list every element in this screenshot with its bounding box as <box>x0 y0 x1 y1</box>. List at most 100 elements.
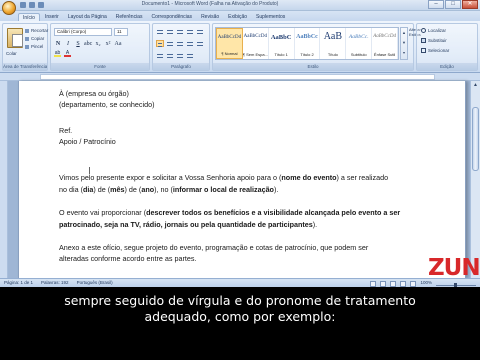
style-tile-normal[interactable]: AaBbCcDd ¶ Normal <box>216 28 243 59</box>
tab-suplementos[interactable]: Suplementos <box>252 13 289 21</box>
word-count[interactable]: Palavras: 192 <box>41 279 69 287</box>
office-button[interactable] <box>2 1 16 15</box>
style-tile-subtitulo[interactable]: AaBbCc. Subtítulo <box>346 28 373 59</box>
font-color-row: ab A <box>54 51 71 57</box>
status-left: Página: 1 de 1 Palavras: 192 Português (… <box>4 279 113 287</box>
paste-icon[interactable] <box>7 28 23 48</box>
cut-button[interactable]: Recortar <box>25 28 48 33</box>
language-indicator[interactable]: Português (Brasil) <box>77 279 113 287</box>
change-styles-button[interactable]: Alterar Estilos <box>409 27 421 37</box>
full-screen-icon[interactable] <box>380 280 387 287</box>
draft-icon[interactable] <box>410 280 417 287</box>
replace-icon <box>421 38 426 43</box>
shading-icon[interactable] <box>156 52 164 59</box>
title-bar: Documento1 - Microsoft Word (Falha na At… <box>0 0 480 11</box>
subtitle-line-1: sempre seguido de vírgula e do pronome d… <box>64 293 416 308</box>
style-tile-enfase-sutil[interactable]: AaBbCcDd Ênfase Sutil <box>372 28 399 59</box>
select-icon <box>421 48 426 53</box>
line-spacing-icon[interactable] <box>196 40 204 47</box>
find-label: Localizar <box>428 28 447 33</box>
ribbon: Colar Recortar Copiar Pincel Área de Tra… <box>0 21 480 73</box>
text-run: Vimos pelo presente expor e solicitar a … <box>59 173 282 182</box>
tab-exibicao[interactable]: Exibição <box>224 13 251 21</box>
style-tile-titulo-2[interactable]: AaBbCc Título 2 <box>295 28 321 59</box>
style-sample: AaBbCcDd <box>243 34 267 39</box>
align-center-icon[interactable] <box>166 40 174 47</box>
zoom-level[interactable]: 100% <box>420 279 432 287</box>
underline-button[interactable]: S <box>74 40 82 48</box>
shading-row <box>156 52 194 59</box>
superscript-icon[interactable]: x² <box>104 40 112 48</box>
tab-inicio[interactable]: Início <box>18 13 40 21</box>
justify-icon[interactable] <box>186 40 194 47</box>
replace-label: Substituir <box>428 38 447 43</box>
style-tile-titulo-1[interactable]: AaBbC Título 1 <box>269 28 295 59</box>
font-size-select[interactable]: 11 <box>114 28 128 36</box>
document-page[interactable]: À (empresa ou órgão) (departamento, se c… <box>18 81 466 278</box>
tab-layout[interactable]: Layout da Página <box>64 13 111 21</box>
bold-run: mês <box>110 185 125 194</box>
minimize-button[interactable]: – <box>428 0 444 9</box>
bold-button[interactable]: N <box>54 40 62 48</box>
page-count[interactable]: Página: 1 de 1 <box>4 279 33 287</box>
bullets-icon[interactable] <box>156 28 164 35</box>
tab-revisao[interactable]: Revisão <box>197 13 223 21</box>
align-right-icon[interactable] <box>176 40 184 47</box>
outline-icon[interactable] <box>400 280 407 287</box>
increase-indent-icon[interactable] <box>196 28 204 35</box>
borders-icon[interactable] <box>166 52 174 59</box>
text-run: no dia ( <box>59 185 83 194</box>
clipboard-group-label: Área de Transferência <box>3 63 47 70</box>
style-tile-titulo[interactable]: AaB Título <box>320 28 347 59</box>
change-case-icon[interactable]: Aa <box>114 40 122 48</box>
find-button[interactable]: Localizar <box>421 28 446 33</box>
close-button[interactable]: ✕ <box>462 0 478 9</box>
style-tile-sem-espacamento[interactable]: AaBbCcDd ¶ Sem Espa... <box>243 28 269 59</box>
scroll-thumb[interactable] <box>472 107 479 171</box>
print-layout-icon[interactable] <box>370 280 377 287</box>
text-run: ). <box>312 220 318 229</box>
show-marks-icon[interactable] <box>186 52 194 59</box>
document-workspace: À (empresa ou órgão) (departamento, se c… <box>0 81 480 278</box>
bold-run: ano <box>141 185 155 194</box>
horizontal-ruler[interactable] <box>0 73 480 81</box>
tab-inserir[interactable]: Inserir <box>41 13 63 21</box>
font-name-select[interactable]: Calibri (Corpo) <box>54 28 112 36</box>
scroll-up-icon[interactable]: ▲ <box>471 81 480 89</box>
format-painter-button[interactable]: Pincel <box>25 44 43 49</box>
paste-button[interactable]: Colar <box>6 51 17 56</box>
style-sample: AaBbC <box>270 34 292 41</box>
decrease-indent-icon[interactable] <box>186 28 194 35</box>
highlight-icon[interactable]: ab <box>54 51 61 57</box>
font-color-icon[interactable]: A <box>64 51 71 57</box>
replace-button[interactable]: Substituir <box>421 38 447 43</box>
zoom-slider[interactable] <box>436 282 476 288</box>
vertical-ruler[interactable] <box>0 81 8 278</box>
web-layout-icon[interactable] <box>390 280 397 287</box>
status-bar: Página: 1 de 1 Palavras: 192 Português (… <box>0 278 480 288</box>
copy-button[interactable]: Copiar <box>25 36 44 41</box>
bold-run: dia <box>82 185 94 194</box>
window-controls: – □ ✕ <box>428 0 478 9</box>
sort-icon[interactable] <box>176 52 184 59</box>
styles-scroll-button[interactable]: ▲ ▼ ▾ <box>400 27 408 60</box>
strikethrough-icon[interactable]: abc <box>84 40 92 48</box>
status-right: 100% <box>370 279 476 288</box>
zun-logo: ZUN <box>428 255 480 281</box>
style-sample: AaBbCcDd <box>217 35 242 40</box>
align-left-icon[interactable] <box>156 40 164 47</box>
recipient-line: À (empresa ou órgão) <box>59 89 129 98</box>
multilevel-icon[interactable] <box>176 28 184 35</box>
italic-button[interactable]: I <box>64 40 72 48</box>
paragraph-1-line-1: Vimos pelo presente expor e solicitar a … <box>59 172 388 183</box>
paragraph-2-line-2: patrocinado, seja na TV, rádio, jornais … <box>59 219 317 230</box>
numbering-icon[interactable] <box>166 28 174 35</box>
vertical-scrollbar[interactable]: ▲ ▼ <box>470 81 480 278</box>
tab-correspondencias[interactable]: Correspondências <box>147 13 196 21</box>
subscript-icon[interactable]: x₂ <box>94 40 102 48</box>
style-name: Título 1 <box>274 52 288 57</box>
select-button[interactable]: Selecionar <box>421 48 449 53</box>
maximize-button[interactable]: □ <box>445 0 461 9</box>
styles-gallery: AaBbCcDd ¶ Normal AaBbCcDd ¶ Sem Espa...… <box>215 27 399 60</box>
tab-referencias[interactable]: Referências <box>112 13 147 21</box>
